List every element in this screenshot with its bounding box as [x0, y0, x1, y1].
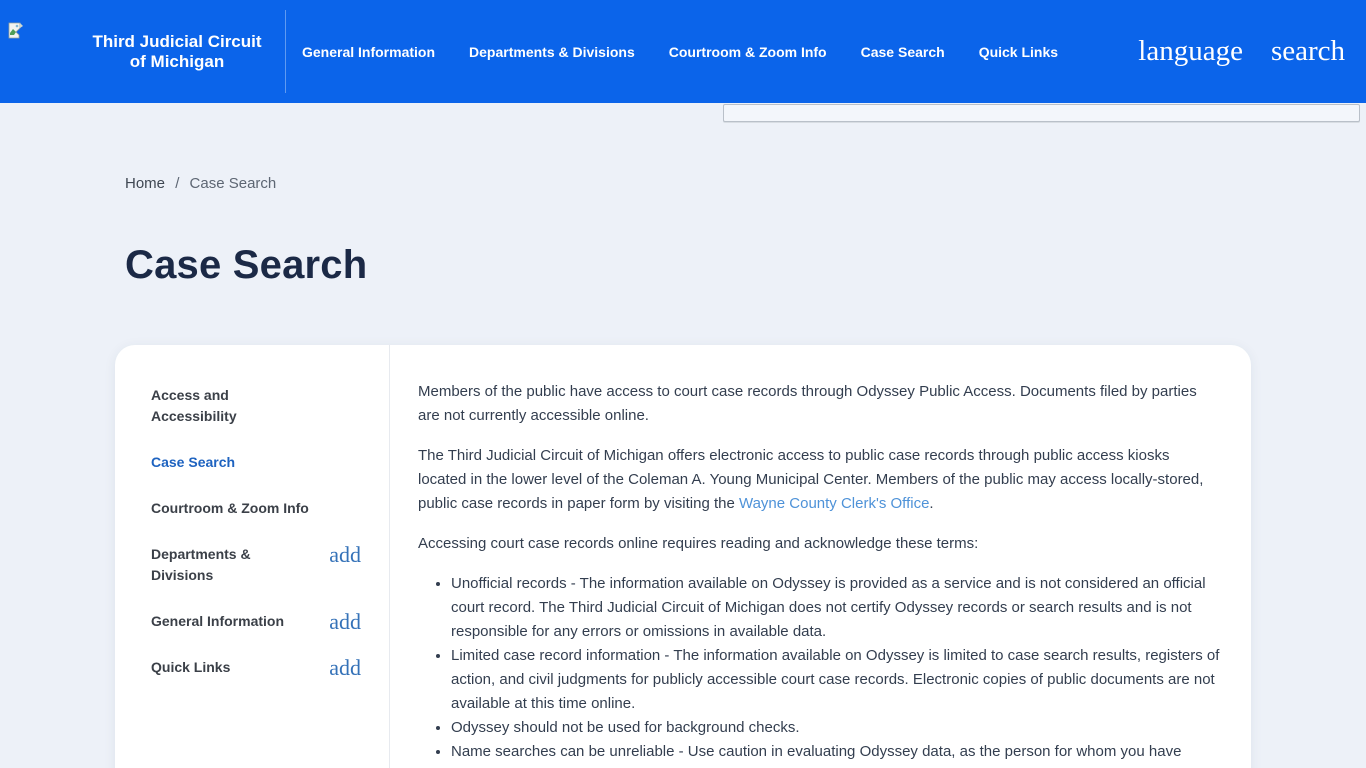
breadcrumb-home-link[interactable]: Home [125, 175, 165, 192]
sidebar-item-label: Access and Accessibility [151, 385, 311, 427]
search-input[interactable] [723, 104, 1360, 122]
section-sidebar: Access and Accessibility Case Search Cou… [115, 345, 390, 768]
sidebar-item-label: Quick Links [151, 657, 230, 678]
term-item-background-checks: Odyssey should not be used for backgroun… [451, 716, 1221, 740]
site-title[interactable]: Third Judicial Circuit of Michigan [86, 32, 268, 72]
term-item-unofficial-records: Unofficial records - The information ava… [451, 572, 1221, 644]
site-header: Third Judicial Circuit of Michigan Gener… [0, 0, 1366, 103]
nav-item-case-search[interactable]: Case Search [861, 44, 945, 60]
wayne-county-clerk-link[interactable]: Wayne County Clerk's Office [739, 495, 929, 512]
kiosk-paragraph-period: . [929, 495, 933, 512]
sidebar-item-general-information[interactable]: General Information add [151, 611, 389, 632]
sidebar-item-quick-links[interactable]: Quick Links add [151, 657, 389, 678]
search-icon[interactable]: search [1271, 37, 1345, 66]
sidebar-item-access-accessibility[interactable]: Access and Accessibility [151, 385, 389, 427]
expand-add-icon[interactable]: add [329, 544, 361, 565]
broken-image-icon [8, 22, 24, 39]
sidebar-item-case-search[interactable]: Case Search [151, 452, 389, 473]
term-item-limited-information: Limited case record information - The in… [451, 644, 1221, 716]
breadcrumb-separator: / [175, 175, 179, 192]
sidebar-item-label: Departments & Divisions [151, 544, 311, 586]
terms-intro-paragraph: Accessing court case records online requ… [418, 532, 1221, 556]
sidebar-item-courtroom-zoom-info[interactable]: Courtroom & Zoom Info [151, 498, 389, 519]
expand-add-icon[interactable]: add [329, 611, 361, 632]
intro-paragraph: Members of the public have access to cou… [418, 380, 1221, 428]
sidebar-item-label: General Information [151, 611, 284, 632]
breadcrumb: Home / Case Search [125, 175, 276, 192]
breadcrumb-current: Case Search [190, 175, 277, 192]
page-title: Case Search [125, 243, 367, 288]
main-nav: General Information Departments & Divisi… [302, 44, 1058, 60]
sidebar-item-label: Case Search [151, 452, 235, 473]
header-actions: language search [1138, 0, 1345, 103]
language-icon[interactable]: language [1138, 37, 1243, 66]
term-item-name-searches: Name searches can be unreliable - Use ca… [451, 740, 1221, 768]
sidebar-item-departments-divisions[interactable]: Departments & Divisions add [151, 544, 389, 586]
nav-item-departments-divisions[interactable]: Departments & Divisions [469, 44, 635, 60]
sidebar-item-label: Courtroom & Zoom Info [151, 498, 309, 519]
site-title-line2: of Michigan [86, 52, 268, 72]
terms-list: Unofficial records - The information ava… [418, 572, 1221, 768]
section-content: Members of the public have access to cou… [390, 345, 1251, 768]
nav-item-general-information[interactable]: General Information [302, 44, 435, 60]
nav-item-courtroom-zoom-info[interactable]: Courtroom & Zoom Info [669, 44, 827, 60]
nav-item-quick-links[interactable]: Quick Links [979, 44, 1058, 60]
kiosk-paragraph: The Third Judicial Circuit of Michigan o… [418, 444, 1221, 516]
site-title-line1: Third Judicial Circuit [86, 32, 268, 52]
expand-add-icon[interactable]: add [329, 657, 361, 678]
content-card: Access and Accessibility Case Search Cou… [115, 345, 1251, 768]
logo-block[interactable]: Third Judicial Circuit of Michigan [0, 10, 286, 93]
